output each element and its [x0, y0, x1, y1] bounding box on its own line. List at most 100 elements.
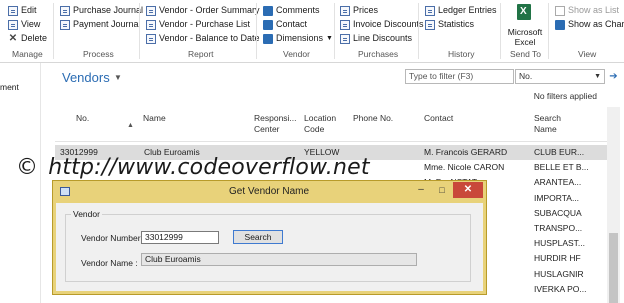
dialog-body: Vendor Vendor Number : 33012999 Search V… [59, 203, 479, 288]
column-header-name[interactable]: Name [143, 113, 166, 124]
ribbon-divider [139, 3, 140, 59]
ribbon-divider [418, 3, 419, 59]
filter-status: No filters applied [533, 91, 597, 101]
view-button[interactable]: View [8, 18, 40, 31]
cell-search-name: HUSLAGNIR [534, 268, 584, 279]
chevron-down-icon: ▼ [326, 35, 333, 42]
invoice-discounts-button[interactable]: Invoice Discounts [340, 18, 424, 31]
vendor-name-field: Club Euroamis [141, 253, 417, 266]
vendor-number-input[interactable]: 33012999 [141, 231, 219, 244]
cell-search-name: SUBACQUA [534, 207, 582, 218]
list-icon [555, 5, 565, 16]
report-icon [146, 5, 156, 16]
show-as-list-button[interactable]: Show as List [555, 4, 619, 17]
journal-icon [60, 19, 70, 30]
group-label-report: Report [188, 49, 214, 59]
edit-icon [8, 5, 18, 16]
cell-search-name: HUSPLAST... [534, 238, 586, 249]
purchase-journal-button[interactable]: Purchase Journal [60, 4, 143, 17]
comments-icon [263, 5, 273, 16]
maximize-button[interactable]: □ [432, 182, 452, 198]
get-vendor-name-dialog: Get Vendor Name – □ ✕ Vendor Vendor Numb… [52, 180, 487, 295]
copyright-symbol: © [16, 155, 39, 180]
excel-button[interactable]: X [512, 4, 538, 24]
ribbon: Edit View ✕ Delete Manage Purchase Journa… [0, 0, 624, 63]
delete-icon: ✕ [8, 32, 18, 44]
group-label-view: View [578, 49, 597, 59]
page-title[interactable]: Vendors [62, 70, 110, 85]
excel-label[interactable]: Microsoft Excel [505, 27, 545, 47]
line-discounts-button[interactable]: Line Discounts [340, 32, 412, 45]
show-as-chart-button[interactable]: Show as Chart [555, 18, 624, 31]
filter-input[interactable]: Type to filter (F3) [405, 69, 514, 84]
vertical-scrollbar[interactable] [607, 107, 620, 303]
column-header-location-code[interactable]: Location Code [304, 113, 336, 135]
prices-icon [340, 5, 350, 16]
filter-field-select[interactable]: No. ▼ [515, 69, 605, 84]
report-icon [146, 19, 156, 30]
dialog-title: Get Vendor Name [229, 186, 310, 197]
group-label-process: Process [83, 49, 114, 59]
minimize-button[interactable]: – [411, 182, 431, 198]
vendor-balance-to-date-button[interactable]: Vendor - Balance to Date [146, 32, 260, 45]
invoice-discounts-icon [340, 19, 350, 30]
apply-filter-arrow-icon[interactable]: ➔ [607, 69, 620, 84]
group-label-vendor: Vendor [283, 49, 310, 59]
payment-journal-button[interactable]: Payment Journal [60, 18, 141, 31]
column-header-search-name[interactable]: Search Name [534, 113, 561, 135]
dialog-title-bar[interactable]: Get Vendor Name – □ ✕ [53, 181, 486, 203]
cell-contact: Mme. Nicole CARON [424, 162, 505, 173]
watermark: © http://www.codeoverflow.net [16, 155, 370, 180]
statistics-icon [425, 19, 435, 30]
group-label-manage: Manage [12, 49, 43, 59]
group-label-send-to: Send To [510, 49, 542, 59]
line-discounts-icon [340, 33, 350, 44]
vendor-group-label: Vendor [71, 209, 102, 219]
chevron-down-icon: ▼ [594, 73, 601, 80]
close-button[interactable]: ✕ [453, 182, 483, 198]
journal-icon [60, 5, 70, 16]
scrollbar-thumb[interactable] [609, 233, 618, 303]
edit-button[interactable]: Edit [8, 4, 37, 17]
view-icon [8, 19, 18, 30]
contact-button[interactable]: Contact [263, 18, 307, 31]
sort-ascending-icon: ▲ [127, 122, 134, 129]
group-label-purchases: Purchases [358, 49, 399, 59]
cell-contact: M. Francois GERARD [424, 147, 508, 157]
vendor-purchase-list-button[interactable]: Vendor - Purchase List [146, 18, 250, 31]
ribbon-divider [548, 3, 549, 59]
column-header-no[interactable]: No. [76, 113, 89, 124]
nav-item[interactable]: ment [0, 82, 19, 92]
column-header-contact[interactable]: Contact [424, 113, 453, 124]
dimensions-button[interactable]: Dimensions ▼ [263, 32, 333, 45]
ledger-entries-button[interactable]: Ledger Entries [425, 4, 497, 17]
vendor-order-summary-button[interactable]: Vendor - Order Summary [146, 4, 260, 17]
report-icon [146, 33, 156, 44]
search-button[interactable]: Search [233, 230, 283, 244]
column-header-phone-no[interactable]: Phone No. [353, 113, 393, 124]
vendor-number-label: Vendor Number : [81, 233, 146, 243]
cell-search-name: HURDIR HF [534, 253, 581, 264]
window-icon [60, 187, 70, 196]
ledger-icon [425, 5, 435, 16]
comments-button[interactable]: Comments [263, 4, 320, 17]
cell-search-name: CLUB EUR... [534, 147, 585, 157]
delete-button[interactable]: ✕ Delete [8, 32, 47, 45]
prices-button[interactable]: Prices [340, 4, 378, 17]
cell-search-name: IMPORTA... [534, 192, 580, 203]
header-divider [55, 141, 607, 142]
navigation-pane: ment [0, 63, 41, 303]
cell-search-name: TRANSPO... [534, 223, 583, 233]
dimensions-icon [263, 33, 273, 44]
watermark-url: http://www.codeoverflow.net [48, 155, 370, 180]
chevron-down-icon[interactable]: ▼ [114, 73, 122, 82]
statistics-button[interactable]: Statistics [425, 18, 474, 31]
excel-icon-letter: X [520, 6, 527, 17]
cell-search-name: IVERKA PO... [534, 283, 587, 294]
ribbon-divider [256, 3, 257, 59]
cell-search-name: ARANTEA... [534, 177, 582, 188]
column-header-responsibility-center[interactable]: Responsi... Center [254, 113, 297, 135]
cell-search-name: BELLE ET B... [534, 162, 589, 173]
vendor-name-label: Vendor Name : [81, 258, 138, 268]
contact-icon [263, 19, 273, 30]
